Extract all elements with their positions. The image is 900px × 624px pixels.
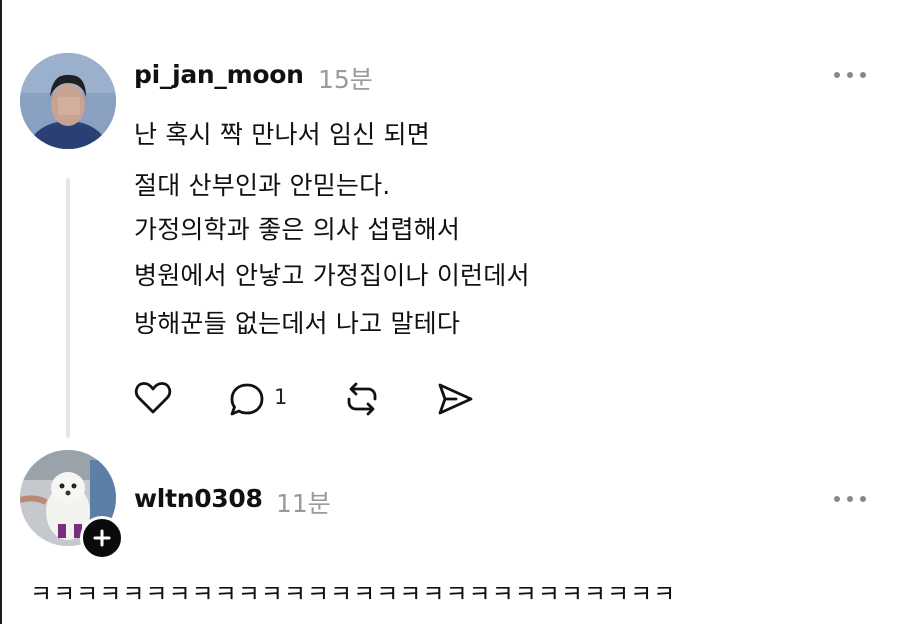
username[interactable]: pi_jan_moon [134,60,304,89]
plus-icon [93,529,111,547]
timestamp: 11분 [276,489,331,518]
post-text-line: 방해꾼들 없는데서 나고 말테다 [134,309,461,338]
repost-icon[interactable] [342,380,382,418]
window-edge [0,0,2,624]
timestamp: 15분 [318,65,373,94]
thread-line [66,178,70,438]
post-text-line: 난 혹시 짝 만나서 임신 되면 [134,120,430,149]
post-text-line: 절대 산부인과 안믿는다. [134,171,391,200]
post-text-line: 병원에서 안낳고 가정집이나 이런데서 [134,261,530,290]
reply-text: ㅋㅋㅋㅋㅋㅋㅋㅋㅋㅋㅋㅋㅋㅋㅋㅋㅋㅋㅋㅋㅋㅋㅋㅋㅋㅋㅋㅋ [30,580,677,608]
post-text-line: 가정의학과 좋은 의사 섭렵해서 [134,215,461,244]
follow-badge[interactable] [80,516,124,560]
heart-icon[interactable] [134,380,172,416]
username[interactable]: wltn0308 [134,484,263,513]
send-icon[interactable] [436,381,474,417]
more-options-icon[interactable] [834,70,866,80]
comment-icon[interactable] [228,382,266,418]
reply-count: 1 [274,385,288,409]
avatar[interactable] [20,53,116,149]
more-options-icon[interactable] [834,494,866,504]
